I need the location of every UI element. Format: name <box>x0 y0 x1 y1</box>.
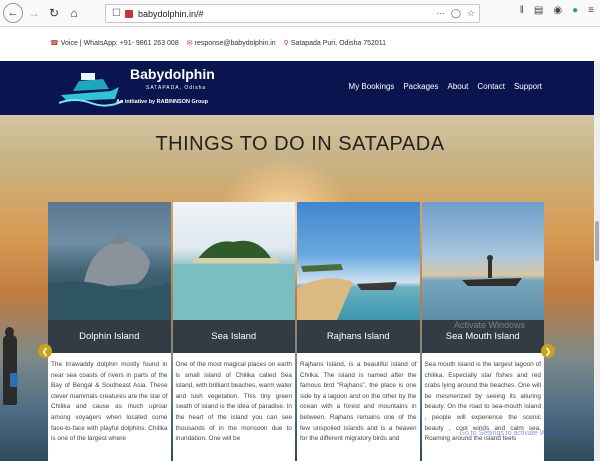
card-title[interactable]: Dolphin Island <box>48 320 171 353</box>
fisherman-head <box>5 327 14 337</box>
card-description: One of the most magical places on earth … <box>175 361 293 443</box>
activity-cards: Dolphin Island The Irrawaddy dolphin mos… <box>48 202 545 461</box>
island-trees-icon <box>172 240 295 320</box>
page-scrollbar[interactable] <box>594 61 600 461</box>
phone-icon: ☎ <box>50 40 59 47</box>
beach-boat-icon <box>297 264 397 320</box>
library-icon[interactable]: ‖ <box>520 5 524 16</box>
nav-packages[interactable]: Packages <box>403 82 438 91</box>
mail-icon: ✉ <box>186 40 193 47</box>
bag-shape <box>10 373 18 387</box>
pocket-icon[interactable]: ◯ <box>451 8 461 19</box>
main-nav: My Bookings Packages About Contact Suppo… <box>349 82 542 91</box>
card-title[interactable]: Rajhans Island <box>297 320 420 353</box>
contact-email[interactable]: ✉ response@babydolphin.in <box>187 39 276 47</box>
reader-icon[interactable]: ▤ <box>534 5 543 16</box>
rajhans-island-image <box>297 202 420 320</box>
card-sea-island[interactable]: Sea Island One of the most magical place… <box>172 202 295 461</box>
fisherman-silhouette <box>3 335 17 405</box>
nav-support[interactable]: Support <box>514 82 542 91</box>
shield-icon[interactable]: ☐ <box>112 8 121 19</box>
dolphin-island-image <box>48 202 171 320</box>
page-title: THINGS TO DO IN SATAPADA <box>155 133 445 155</box>
hero-section: THINGS TO DO IN SATAPADA Dolphin Island … <box>0 115 600 461</box>
fisherman-boat-icon <box>461 255 522 286</box>
dolphin-icon <box>48 232 170 320</box>
site-logo[interactable]: Babydolphin SATAPADA, Odisha An initiati… <box>54 61 215 115</box>
address-text: Satapada Puri, Odisha 752011 <box>290 40 387 47</box>
email-text: response@babydolphin.in <box>194 40 276 47</box>
star-icon[interactable]: ☆ <box>467 8 475 19</box>
activation-watermark-sub: Go to Settings to activate Windows. <box>459 430 571 437</box>
contact-bar: ☎ Voice | WhatsApp: +91- 9861 263 008 ✉ re… <box>0 27 600 59</box>
extension-icon[interactable]: ● <box>572 5 578 16</box>
scrollbar-thumb[interactable] <box>595 221 599 261</box>
ship-logo-icon <box>59 73 123 107</box>
nav-contact[interactable]: Contact <box>477 82 505 91</box>
brand-tagline: An initiative by RABINNSON Group <box>116 99 208 105</box>
site-header: Babydolphin SATAPADA, Odisha An initiati… <box>0 61 600 115</box>
nav-about[interactable]: About <box>447 82 468 91</box>
forward-icon[interactable]: → <box>25 4 43 22</box>
card-description: Sea mouth island is the largest lagoon o… <box>424 361 542 443</box>
account-icon[interactable]: ◉ <box>553 5 562 16</box>
card-title[interactable]: Sea Island <box>172 320 295 353</box>
reload-icon[interactable]: ↻ <box>45 4 63 22</box>
brand-subtitle: SATAPADA, Odisha <box>146 85 207 91</box>
card-description: The Irrawaddy dolphin mostly found in ne… <box>51 361 168 443</box>
sea-island-image <box>172 202 295 320</box>
phone-text: Voice | WhatsApp: +91- 9861 263 008 <box>60 40 179 47</box>
location-icon: ⚲ <box>283 40 289 47</box>
card-rajhans-island[interactable]: Rajhans Island Rajhans Island, is a beau… <box>297 202 420 461</box>
sea-mouth-island-image <box>421 202 544 320</box>
card-sea-mouth-island[interactable]: Sea Mouth Island Sea mouth island is the… <box>421 202 544 461</box>
address-bar[interactable]: ☐ babydolphin.in/# ··· ◯ ☆ <box>105 4 480 23</box>
card-description: Rajhans Island, is a beautiful island of… <box>300 361 417 443</box>
brand-name: Babydolphin <box>130 66 215 82</box>
home-icon[interactable]: ⌂ <box>65 4 83 22</box>
card-dolphin-island[interactable]: Dolphin Island The Irrawaddy dolphin mos… <box>48 202 171 461</box>
contact-phone[interactable]: ☎ Voice | WhatsApp: +91- 9861 263 008 <box>50 39 179 47</box>
carousel-prev-button[interactable]: ❮ <box>38 344 52 358</box>
lock-icon[interactable] <box>124 9 133 18</box>
browser-toolbar: ← → ↻ ⌂ ☐ babydolphin.in/# ··· ◯ ☆ ‖ ▤ ◉… <box>0 0 600 27</box>
activation-watermark: Activate Windows <box>453 320 525 330</box>
url-text[interactable]: babydolphin.in/# <box>138 9 204 19</box>
more-icon[interactable]: ··· <box>436 8 445 19</box>
nav-my-bookings[interactable]: My Bookings <box>349 82 395 91</box>
menu-icon[interactable]: ≡ <box>588 5 594 16</box>
back-icon[interactable]: ← <box>3 3 23 23</box>
carousel-next-button[interactable]: ❯ <box>541 344 555 358</box>
contact-address: ⚲ Satapada Puri, Odisha 752011 <box>284 39 386 47</box>
